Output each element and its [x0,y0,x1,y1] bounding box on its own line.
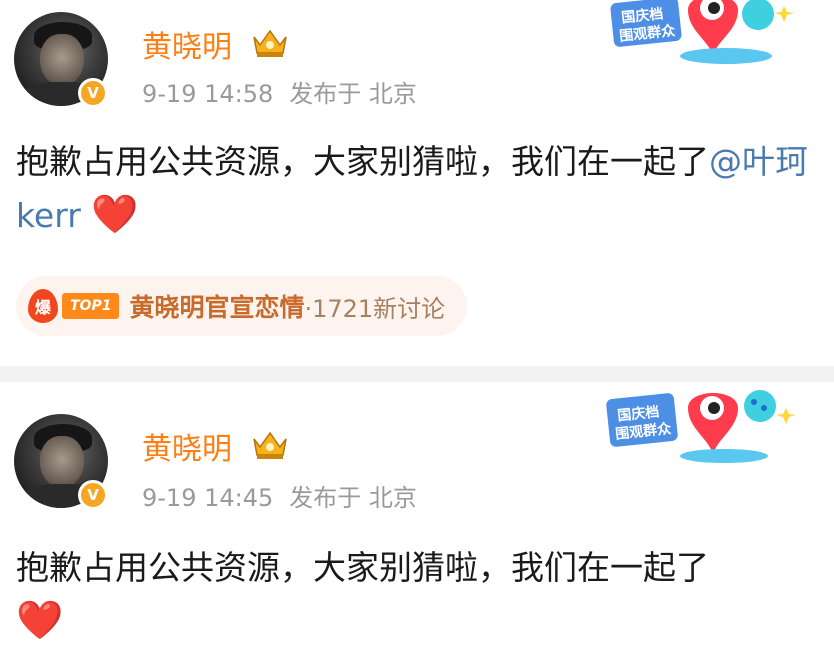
national-day-sticker: 国庆档 围观群众 [610,0,794,64]
post-date: 9-19 14:58 [142,80,274,108]
post-text: 抱歉占用公共资源，大家别猜啦，我们在一起了 [16,548,709,587]
post-content: 抱歉占用公共资源，大家别猜啦，我们在一起了@叶珂 kerr ❤️ [16,136,828,242]
verified-v-icon: V [78,480,108,510]
hot-topic-pill[interactable]: 爆 TOP1 黄晓明官宣恋情 ·1721新讨论 [16,276,468,336]
national-day-sticker: 国庆档 围观群众 [606,390,796,463]
heart-emoji: ❤️ [16,598,64,642]
weibo-post-1: V 黄晓明 9-19 14:58 发布于 北京 国庆档 围观群众 抱歉占用公共资源… [0,0,834,366]
author-name[interactable]: 黄晓明 [142,424,232,468]
verified-v-icon: V [78,78,108,108]
heart-emoji: ❤️ [91,192,139,236]
author-name[interactable]: 黄晓明 [142,22,232,66]
post-divider [0,366,834,382]
post-location: 发布于 北京 [289,80,417,108]
post-content: 抱歉占用公共资源，大家别猜啦，我们在一起了 ❤️ [16,542,828,648]
post-meta: 9-19 14:45 发布于 北京 [142,478,417,513]
crown-icon [253,29,287,57]
top1-badge: TOP1 [62,293,120,319]
topic-discussion-count: ·1721新讨论 [304,294,446,323]
weibo-post-2: V 黄晓明 9-19 14:45 发布于 北京 国庆档 围观群众 抱歉占用公共资源… [0,382,834,662]
post-meta: 9-19 14:58 发布于 北京 [142,74,417,109]
topic-title: 黄晓明官宣恋情 [129,293,305,322]
hot-flame-icon: 爆 [28,289,58,323]
post-location: 发布于 北京 [289,484,417,512]
post-text: 抱歉占用公共资源，大家别猜啦，我们在一起了 [16,142,709,181]
post-date: 9-19 14:45 [142,484,274,512]
crown-icon [253,431,287,459]
